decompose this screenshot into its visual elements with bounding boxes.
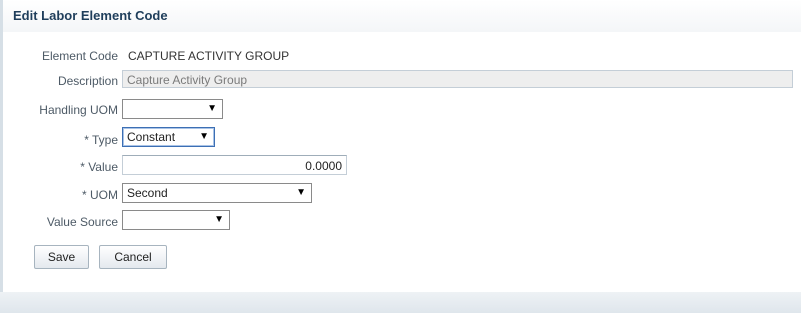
element-code-value: CAPTURE ACTIVITY GROUP (128, 49, 290, 63)
handling-uom-select[interactable]: ▼ (122, 99, 223, 119)
footer-band (0, 292, 801, 313)
left-border (0, 0, 3, 313)
element-code-label: Element Code (41, 49, 118, 63)
chevron-down-icon: ▼ (199, 131, 209, 142)
description-label: Description (57, 74, 118, 88)
uom-label: * UOM (82, 188, 118, 202)
value-source-label: Value Source (46, 215, 118, 229)
value-label: * Value (80, 160, 118, 174)
uom-selected-value: Second (127, 186, 168, 200)
edit-labor-element-dialog: Edit Labor Element Code Element Code CAP… (0, 0, 801, 313)
cancel-button[interactable]: Cancel (99, 245, 167, 269)
type-label: * Type (84, 133, 118, 147)
dialog-title: Edit Labor Element Code (13, 8, 168, 23)
title-bar: Edit Labor Element Code (3, 0, 801, 32)
type-select[interactable]: Constant ▼ (122, 127, 215, 147)
chevron-down-icon: ▼ (214, 214, 224, 225)
chevron-down-icon: ▼ (296, 187, 306, 198)
uom-select[interactable]: Second ▼ (122, 183, 312, 203)
handling-uom-label: Handling UOM (39, 103, 118, 117)
save-button[interactable]: Save (34, 245, 89, 269)
chevron-down-icon: ▼ (207, 103, 217, 114)
value-source-select[interactable]: ▼ (122, 210, 230, 230)
type-selected-value: Constant (127, 130, 176, 144)
value-input[interactable]: 0.0000 (122, 155, 347, 175)
description-field: Capture Activity Group (122, 70, 793, 88)
